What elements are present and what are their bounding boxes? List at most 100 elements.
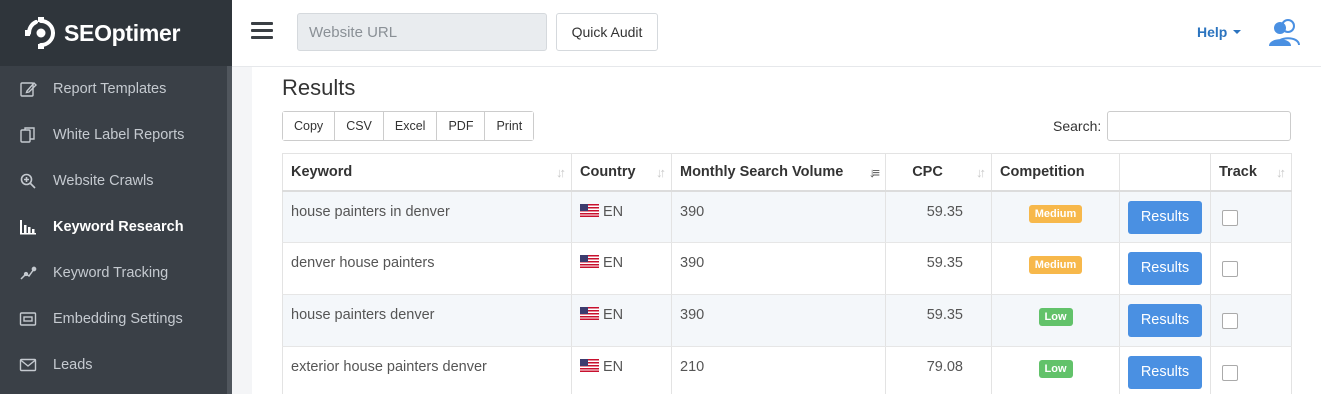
search-icon <box>19 172 37 190</box>
action-cell: Results <box>1119 242 1211 295</box>
competition-cell: Medium <box>991 190 1120 243</box>
us-flag-icon <box>580 255 599 268</box>
pdf-button[interactable]: PDF <box>437 112 486 140</box>
competition-badge: Medium <box>1028 256 1083 274</box>
sidebar-item-label: Report Templates <box>53 81 167 97</box>
volume-cell: 390 <box>671 242 886 295</box>
help-dropdown[interactable]: Help <box>1197 24 1242 40</box>
track-checkbox[interactable] <box>1222 313 1238 329</box>
keyword-cell: exterior house painters denver <box>282 346 572 394</box>
sidebar-item-label: Embedding Settings <box>53 311 183 327</box>
copy-button[interactable]: Copy <box>283 112 336 140</box>
embed-icon <box>19 310 37 328</box>
country-cell: EN <box>571 190 672 243</box>
volume-cell: 390 <box>671 190 886 243</box>
competition-cell: Low <box>991 346 1120 394</box>
copy-icon <box>19 126 37 144</box>
export-button-group: Copy CSV Excel PDF Print <box>282 111 535 141</box>
seoptimer-logo-icon <box>25 17 55 49</box>
excel-button[interactable]: Excel <box>383 112 438 140</box>
results-button[interactable]: Results <box>1128 252 1202 285</box>
action-cell: Results <box>1119 346 1211 394</box>
sort-icon: ↓↑ <box>656 165 666 180</box>
top-bar: Quick Audit Help <box>232 0 1321 67</box>
results-button[interactable]: Results <box>1128 356 1202 389</box>
column-header-keyword[interactable]: Keyword ↓↑ <box>282 153 572 192</box>
track-cell <box>1210 242 1292 295</box>
track-checkbox[interactable] <box>1222 261 1238 277</box>
us-flag-icon <box>580 307 599 320</box>
logo-text: SEOptimer <box>64 19 181 46</box>
logo[interactable]: SEOptimer <box>0 0 232 66</box>
competition-cell: Low <box>991 294 1120 347</box>
table-row: denver house painters EN 390 59.35 Mediu… <box>282 242 1292 295</box>
trend-icon <box>19 264 37 282</box>
track-cell <box>1210 346 1292 394</box>
website-url-input[interactable] <box>297 13 547 51</box>
track-cell <box>1210 190 1292 243</box>
volume-cell: 210 <box>671 346 886 394</box>
column-header-country[interactable]: Country ↓↑ <box>571 153 672 192</box>
column-header-track[interactable]: Track ↓↑ <box>1210 153 1292 192</box>
menu-toggle-icon[interactable] <box>251 22 273 40</box>
caret-down-icon <box>1233 30 1242 34</box>
sidebar-item-white-label-reports[interactable]: White Label Reports <box>0 112 232 158</box>
user-account-icon[interactable] <box>1268 17 1300 47</box>
sidebar-item-label: Leads <box>53 357 93 373</box>
cpc-cell: 59.35 <box>885 294 992 347</box>
table-search-input[interactable] <box>1107 111 1291 141</box>
bar-chart-icon <box>19 218 37 236</box>
print-button[interactable]: Print <box>485 112 534 140</box>
sidebar-scrollbar[interactable] <box>227 66 232 394</box>
keyword-cell: denver house painters <box>282 242 572 295</box>
competition-badge: Low <box>1038 308 1073 326</box>
quick-audit-button[interactable]: Quick Audit <box>556 13 658 51</box>
sidebar-item-website-crawls[interactable]: Website Crawls <box>0 158 232 204</box>
competition-cell: Medium <box>991 242 1120 295</box>
sidebar-item-keyword-research[interactable]: Keyword Research <box>0 204 232 250</box>
column-header-monthly-search-volume[interactable]: Monthly Search Volume ↓≡ <box>671 153 886 192</box>
keyword-cell: house painters in denver <box>282 190 572 243</box>
sidebar-item-leads[interactable]: Leads <box>0 342 232 388</box>
table-row: house painters in denver EN 390 59.35 Me… <box>282 190 1292 243</box>
column-header-competition: Competition <box>991 153 1120 192</box>
action-cell: Results <box>1119 190 1211 243</box>
sidebar-item-label: White Label Reports <box>53 127 185 143</box>
country-cell: EN <box>571 242 672 295</box>
search-label: Search: <box>1053 118 1102 134</box>
us-flag-icon <box>580 203 599 217</box>
table-row: exterior house painters denver EN 210 79… <box>282 346 1292 394</box>
keyword-table: Keyword ↓↑ Country ↓↑ Monthly Search Volum… <box>282 153 1292 394</box>
cpc-cell: 79.08 <box>885 346 992 394</box>
us-flag-icon <box>580 359 599 372</box>
mail-icon <box>19 356 37 374</box>
action-cell: Results <box>1119 294 1211 347</box>
track-cell <box>1210 294 1292 347</box>
column-header-cpc[interactable]: CPC ↓↑ <box>885 153 992 192</box>
sort-icon: ↓↑ <box>556 165 566 180</box>
sidebar-item-keyword-tracking[interactable]: Keyword Tracking <box>0 250 232 296</box>
sidebar-item-label: Keyword Tracking <box>53 265 169 281</box>
results-button[interactable]: Results <box>1128 200 1202 234</box>
help-label: Help <box>1197 24 1228 40</box>
competition-badge: Medium <box>1028 204 1083 223</box>
column-header-action <box>1119 153 1211 192</box>
csv-button[interactable]: CSV <box>335 112 384 140</box>
sidebar-item-report-templates[interactable]: Report Templates <box>0 66 232 112</box>
sort-icon: ↓↑ <box>976 165 986 180</box>
results-button[interactable]: Results <box>1128 304 1202 337</box>
sidebar-item-label: Keyword Research <box>53 219 184 235</box>
volume-cell: 390 <box>671 294 886 347</box>
track-checkbox[interactable] <box>1222 209 1238 226</box>
track-checkbox[interactable] <box>1222 365 1238 381</box>
table-row: house painters denver EN 390 59.35 Low R… <box>282 294 1292 347</box>
sort-icon: ↓↑ <box>1276 165 1286 180</box>
edit-icon <box>19 80 37 98</box>
sidebar-item-embedding-settings[interactable]: Embedding Settings <box>0 296 232 342</box>
competition-badge: Low <box>1038 360 1073 378</box>
sidebar: SEOptimer Report Templates White Label R… <box>0 0 232 394</box>
sidebar-item-label: Website Crawls <box>53 173 154 189</box>
main-content: Results Copy CSV Excel PDF Print Search:… <box>252 67 1321 394</box>
sort-desc-icon: ↓≡ <box>868 165 880 180</box>
sidebar-nav: Report Templates White Label Reports Web… <box>0 66 232 388</box>
